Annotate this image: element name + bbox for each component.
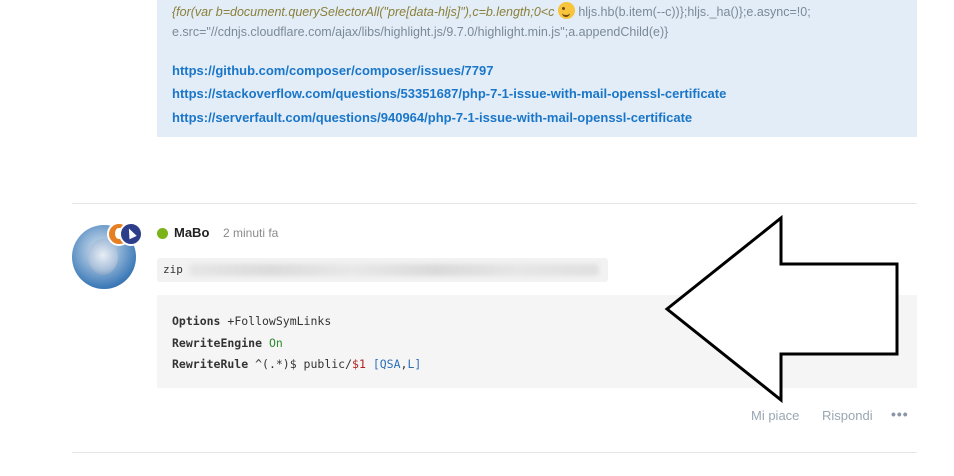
cursor-icon <box>125 226 137 240</box>
code-keyword: RewriteRule <box>172 357 249 371</box>
code-line: {for(var b=document.querySelectorAll("pr… <box>172 2 811 19</box>
wink-emoji-icon <box>557 2 575 19</box>
stackoverflow-link[interactable]: https://stackoverflow.com/questions/5335… <box>172 86 726 101</box>
like-button[interactable]: Mi piace <box>751 408 799 423</box>
code-text: +FollowSymLinks <box>220 314 332 328</box>
post-divider <box>72 203 917 204</box>
inline-code-text: zip <box>163 263 183 276</box>
code-line: Options +FollowSymLinks <box>172 314 331 328</box>
more-options-icon[interactable]: ••• <box>891 406 909 422</box>
code-keyword: RewriteEngine <box>172 336 263 350</box>
code-text: hljs.hb(b.item(--c))};hljs._ha()};e.asyn… <box>578 5 811 19</box>
left-arrow-annotation <box>664 214 899 404</box>
code-bracket: ] <box>414 357 422 371</box>
cursor-badge-icon[interactable] <box>119 222 143 246</box>
code-line: e.src="//cdnjs.cloudflare.com/ajax/libs/… <box>172 25 669 39</box>
timestamp[interactable]: 2 minuti fa <box>223 226 278 240</box>
code-line: RewriteRule ^(.*)$ public/$1 [QSA,L] <box>172 357 421 371</box>
post-divider <box>72 452 917 453</box>
code-bracket: [ <box>365 357 380 371</box>
arrow-shape <box>664 214 899 404</box>
online-status-icon <box>157 228 168 239</box>
code-text: {for(var b=document.querySelectorAll("pr… <box>172 5 555 19</box>
reply-button[interactable]: Rispondi <box>822 408 873 423</box>
code-text: ^(.*)$ public/ <box>248 357 353 371</box>
username[interactable]: MaBo <box>174 225 209 240</box>
blurred-text <box>189 264 599 276</box>
quoted-content: {for(var b=document.querySelectorAll("pr… <box>157 0 917 137</box>
code-line: RewriteEngine On <box>172 336 283 350</box>
code-variable: $1 <box>352 357 366 371</box>
inline-code: zip <box>157 258 608 282</box>
serverfault-link[interactable]: https://serverfault.com/questions/940964… <box>172 110 692 125</box>
code-flag: QSA <box>379 357 401 371</box>
code-keyword: Options <box>172 314 221 328</box>
github-issue-link[interactable]: https://github.com/composer/composer/iss… <box>172 63 493 78</box>
code-value: On <box>268 336 283 350</box>
